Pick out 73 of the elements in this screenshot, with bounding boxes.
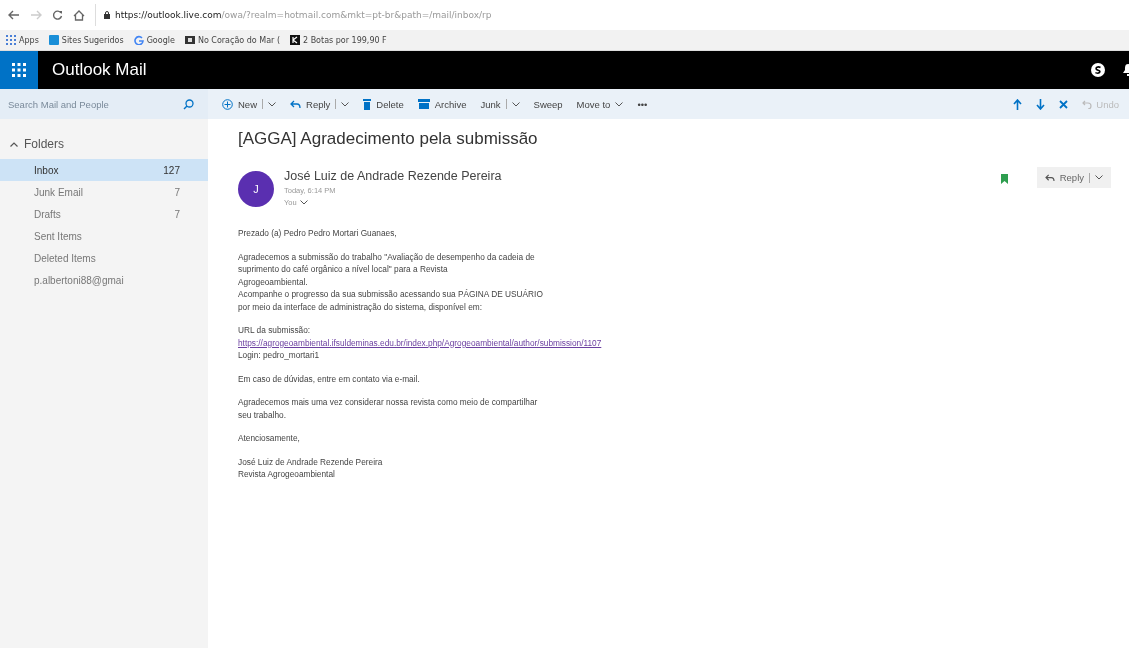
apps-grid-icon bbox=[6, 35, 16, 45]
reply-icon bbox=[1044, 173, 1055, 182]
home-icon[interactable] bbox=[73, 9, 85, 21]
toolbar-button[interactable]: Delete bbox=[363, 98, 404, 110]
folders-heading: Folders bbox=[24, 137, 64, 151]
app-title: Outlook Mail bbox=[52, 60, 148, 80]
body-text: Em caso de dúvidas, entre em contato via e-mail. bbox=[238, 372, 421, 385]
sender-avatar: J bbox=[238, 171, 274, 207]
bookmark-link[interactable]: No Coração do Mar ( bbox=[184, 35, 280, 45]
body-text: Agradecemos mais uma vez considerar nossa revista como meio de compartilhar bbox=[238, 396, 539, 409]
body-text: Atenciosamente, bbox=[238, 432, 301, 445]
bookmark-link[interactable]: Sites Sugeridos bbox=[48, 35, 124, 45]
search-field[interactable]: Search Mail and People bbox=[6, 97, 179, 111]
folder-item[interactable]: Drafts 7 bbox=[0, 203, 208, 225]
caret-icon bbox=[341, 101, 350, 107]
separator-line bbox=[505, 99, 507, 109]
toolbar-button[interactable]: Sweep bbox=[533, 98, 563, 110]
reply-icon bbox=[290, 99, 301, 109]
folder-item[interactable]: p.albertoni88@gmai bbox=[0, 269, 208, 291]
archive-icon bbox=[417, 99, 430, 109]
trash-icon bbox=[363, 98, 372, 110]
folder-item[interactable]: Inbox 127 bbox=[0, 159, 208, 181]
chat-icon[interactable] bbox=[1091, 63, 1105, 77]
caret-icon bbox=[615, 101, 624, 107]
body-text: por meio da interface de administração do sistema, disponível em: bbox=[238, 300, 483, 313]
toolbar-button[interactable]: ••• bbox=[637, 98, 648, 110]
folder-item[interactable]: Deleted Items bbox=[0, 247, 208, 269]
close-icon[interactable] bbox=[1059, 99, 1069, 109]
caret-icon bbox=[511, 101, 520, 107]
caret-icon bbox=[268, 101, 276, 107]
collapse-chevron-icon[interactable] bbox=[10, 141, 18, 147]
body-text: suprimento do café orgânico a nível local" para a Revista bbox=[238, 263, 449, 276]
toolbar-button[interactable]: Reply bbox=[290, 98, 350, 110]
sender-name: José Luiz de Andrade Rezende Pereira bbox=[284, 169, 503, 183]
plus-circle-icon bbox=[222, 98, 233, 110]
toolbar-button[interactable]: Archive bbox=[417, 98, 467, 110]
toolbar-button[interactable]: Move to bbox=[576, 98, 624, 110]
body-text: Agradecemos a submissão do trabalho "Avaliação de desempenho da cadeia de bbox=[238, 250, 536, 263]
message-subject: [AGGA] Agradecimento pela submissão bbox=[238, 129, 539, 149]
reply-button[interactable]: Reply bbox=[1036, 167, 1111, 188]
separator-line bbox=[335, 99, 337, 109]
body-text: José Luiz de Andrade Rezende Pereira bbox=[238, 455, 384, 468]
app-launcher-icon[interactable] bbox=[0, 51, 38, 89]
folder-item[interactable]: Sent Items bbox=[0, 225, 208, 247]
search-box[interactable]: Search Mail and People bbox=[0, 89, 208, 119]
toolbar-button[interactable]: Junk bbox=[480, 98, 520, 110]
bookmark-link[interactable]: 2 Botas por 199,90 F bbox=[290, 35, 387, 45]
g-logo-icon bbox=[133, 35, 144, 45]
down-arrow-icon[interactable] bbox=[1036, 98, 1046, 110]
undo-icon bbox=[1082, 99, 1093, 109]
body-text: seu trabalho. bbox=[238, 408, 287, 421]
body-text: URL da submissão: bbox=[238, 324, 312, 337]
submission-link[interactable]: https://agrogeoambiental.ifsuldeminas.edu.br/index.php/Agrogeoambiental/author/submission/1107 bbox=[238, 336, 1129, 349]
reload-icon[interactable] bbox=[52, 9, 63, 21]
caret-icon bbox=[299, 200, 308, 205]
separator-line bbox=[262, 99, 263, 109]
bookmark-link[interactable]: Apps bbox=[6, 35, 39, 45]
folder-item[interactable]: Junk Email 7 bbox=[0, 181, 208, 203]
body-text: Prezado (a) Pedro Pedro Mortari Guanaes, bbox=[238, 227, 398, 240]
up-arrow-icon[interactable] bbox=[1013, 98, 1023, 110]
separator-line bbox=[1089, 172, 1090, 183]
bookmark-flag-icon[interactable] bbox=[999, 173, 1009, 185]
lock-icon bbox=[104, 11, 110, 19]
body-text: Acompanhe o progresso da sua submissão acessando sua PÁGINA DE USUÁRIO bbox=[238, 288, 544, 301]
back-icon[interactable] bbox=[8, 10, 20, 20]
body-text: Login: pedro_mortari1 bbox=[238, 349, 321, 362]
body-text: Revista Agrogeoambiental bbox=[238, 468, 336, 481]
caret-icon bbox=[1095, 175, 1103, 180]
toolbar-button[interactable]: New bbox=[222, 98, 276, 110]
bookmark-link[interactable]: Google bbox=[133, 35, 175, 45]
search-icon bbox=[183, 98, 194, 110]
body-text: Agrogeoambiental. bbox=[238, 275, 309, 288]
bookmark-site-icon bbox=[290, 35, 300, 45]
